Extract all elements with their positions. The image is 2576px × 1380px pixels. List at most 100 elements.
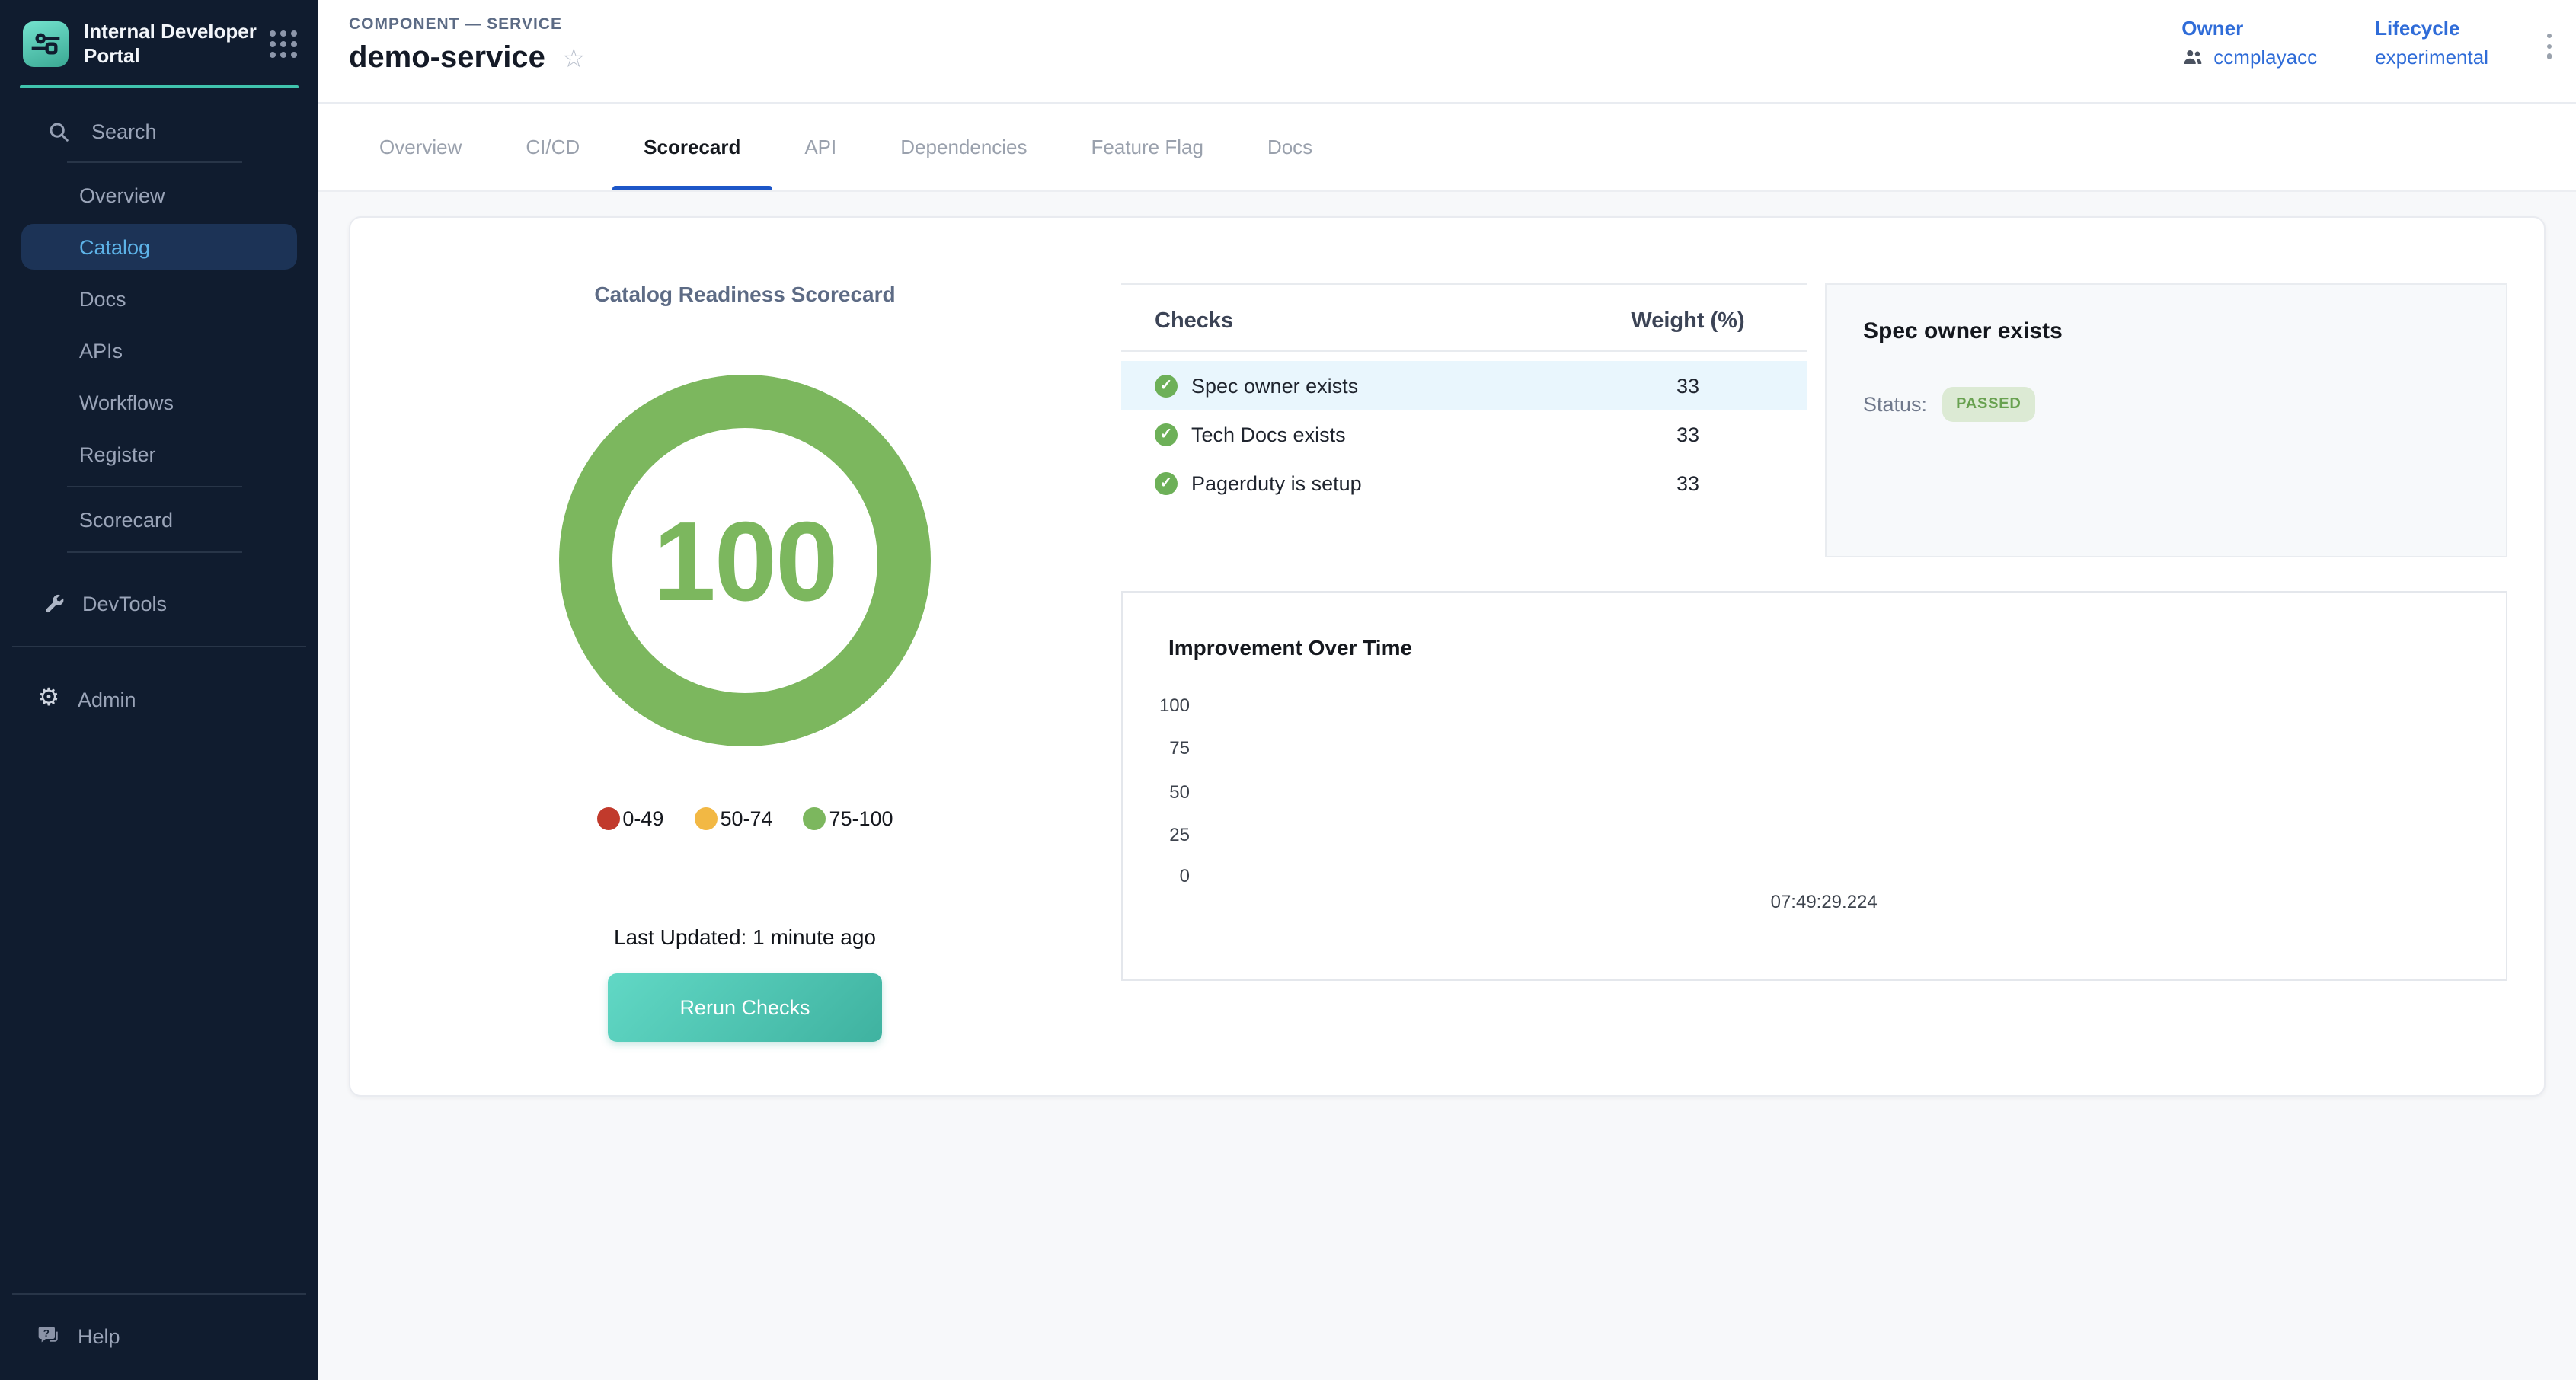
column-header-checks: Checks (1155, 309, 1233, 334)
sidebar-item-devtools[interactable]: DevTools (0, 577, 318, 629)
check-passed-icon: ✓ (1155, 471, 1178, 494)
y-axis-tick: 25 (1144, 824, 1190, 845)
sidebar-item-admin[interactable]: ⚙ Admin (0, 673, 318, 725)
active-tab-underline (612, 186, 772, 190)
wrench-icon (40, 592, 67, 615)
owner-label[interactable]: Owner (2181, 17, 2317, 40)
content-area: Catalog Readiness Scorecard 100 0-49 50-… (318, 192, 2576, 1380)
sidebar-item-search[interactable]: Search (0, 107, 318, 155)
owner-block: Owner ccmplayacc (2181, 17, 2317, 69)
main-area: COMPONENT — SERVICE demo-service ☆ Owner (318, 0, 2576, 1380)
legend-dot-green (804, 807, 826, 830)
check-passed-icon: ✓ (1155, 423, 1178, 446)
page-title: demo-service (349, 41, 545, 76)
sidebar-item-label: DevTools (82, 592, 167, 615)
sidebar-bottom: ? Help (0, 1276, 318, 1380)
sidebar-item-label: Scorecard (79, 508, 173, 531)
sidebar-divider (67, 551, 242, 553)
table-divider (1121, 350, 1807, 352)
sidebar: Internal Developer Portal Search Overvie… (0, 0, 318, 1380)
sidebar-logo-row: Internal Developer Portal (0, 0, 318, 67)
score-column: Catalog Readiness Scorecard 100 0-49 50-… (387, 218, 1103, 1095)
checks-table: Checks Weight (%) ✓ Spec owner exists (1121, 283, 1807, 557)
column-header-weight: Weight (%) (1581, 309, 1795, 334)
checks-table-header: Checks Weight (%) (1121, 285, 1807, 350)
sidebar-divider (67, 161, 242, 163)
more-options-icon[interactable] (2546, 17, 2552, 62)
sidebar-item-register[interactable]: Register (0, 428, 318, 480)
sidebar-item-catalog[interactable]: Catalog (21, 224, 297, 270)
x-axis-tick: 07:49:29.224 (1771, 891, 1878, 912)
last-updated-text: Last Updated: 1 minute ago (614, 925, 876, 949)
tab-api[interactable]: API (772, 104, 868, 190)
scorecard-title: Catalog Readiness Scorecard (594, 282, 895, 306)
apps-grid-icon[interactable] (270, 30, 297, 57)
status-badge: PASSED (1942, 387, 2035, 422)
y-axis-tick: 100 (1144, 695, 1190, 716)
entity-meta: Owner ccmplayacc (2181, 17, 2552, 69)
sidebar-item-overview[interactable]: Overview (0, 169, 318, 221)
entity-header: COMPONENT — SERVICE demo-service ☆ Owner (318, 0, 2576, 104)
chart-title: Improvement Over Time (1168, 635, 1412, 660)
sidebar-item-label: Admin (78, 688, 136, 711)
legend-item-low: 0-49 (596, 807, 663, 830)
flow-glyph-icon (30, 28, 61, 59)
app-title: Internal Developer Portal (84, 20, 270, 67)
improvement-chart: Improvement Over Time 100 75 50 25 0 07:… (1121, 591, 2507, 981)
tab-scorecard[interactable]: Scorecard (612, 104, 772, 190)
app-logo-icon[interactable] (23, 21, 69, 66)
tab-docs[interactable]: Docs (1235, 104, 1344, 190)
table-row-tech-docs[interactable]: ✓ Tech Docs exists 33 (1121, 410, 1807, 458)
y-axis-tick: 50 (1144, 781, 1190, 803)
sidebar-item-apis[interactable]: APIs (0, 324, 318, 376)
lifecycle-value: experimental (2375, 46, 2488, 69)
legend-dot-amber (694, 807, 717, 830)
sidebar-item-label: Overview (79, 184, 165, 206)
score-value: 100 (654, 496, 837, 625)
gear-icon: ⚙ (35, 687, 62, 711)
sidebar-item-label: Help (78, 1324, 120, 1347)
checks-column: Checks Weight (%) ✓ Spec owner exists (1121, 218, 2507, 1095)
owner-value: ccmplayacc (2213, 46, 2317, 69)
favorite-star-icon[interactable]: ☆ (562, 46, 586, 72)
people-icon (2181, 46, 2204, 69)
legend-dot-red (596, 807, 619, 830)
y-axis-tick: 75 (1144, 737, 1190, 759)
sidebar-item-scorecard[interactable]: Scorecard (0, 494, 318, 545)
score-legend: 0-49 50-74 75-100 (581, 807, 908, 830)
tab-dependencies[interactable]: Dependencies (868, 104, 1059, 190)
sidebar-accent-divider (20, 85, 299, 88)
tab-feature-flag[interactable]: Feature Flag (1059, 104, 1235, 190)
legend-item-high: 75-100 (804, 807, 893, 830)
svg-text:?: ? (43, 1327, 50, 1339)
lifecycle-label[interactable]: Lifecycle (2375, 17, 2488, 40)
tab-cicd[interactable]: CI/CD (494, 104, 612, 190)
sidebar-divider (12, 1293, 306, 1295)
sidebar-item-docs[interactable]: Docs (0, 273, 318, 324)
entity-tabs: Overview CI/CD Scorecard API Dependencie… (318, 104, 2576, 192)
check-detail-title: Spec owner exists (1863, 318, 2469, 344)
table-row-pagerduty[interactable]: ✓ Pagerduty is setup 33 (1121, 458, 1807, 507)
check-passed-icon: ✓ (1155, 374, 1178, 397)
sidebar-item-label: Workflows (79, 391, 174, 414)
sidebar-item-label: Search (91, 120, 157, 142)
sidebar-divider (67, 486, 242, 487)
rerun-checks-button[interactable]: Rerun Checks (608, 973, 882, 1042)
sidebar-item-label: Register (79, 442, 156, 465)
lifecycle-block: Lifecycle experimental (2375, 17, 2488, 69)
sidebar-item-workflows[interactable]: Workflows (0, 376, 318, 428)
status-label: Status: (1863, 393, 1927, 416)
help-chat-icon: ? (35, 1324, 62, 1348)
y-axis-tick: 0 (1144, 865, 1190, 886)
table-row-spec-owner[interactable]: ✓ Spec owner exists 33 (1121, 361, 1807, 410)
score-gauge: 100 (559, 375, 931, 746)
scorecard-card: Catalog Readiness Scorecard 100 0-49 50-… (349, 216, 2546, 1097)
sidebar-item-label: APIs (79, 339, 123, 362)
search-icon (44, 120, 72, 142)
tab-overview[interactable]: Overview (347, 104, 494, 190)
sidebar-item-help[interactable]: ? Help (0, 1310, 318, 1362)
check-detail-panel: Spec owner exists Status: PASSED (1825, 283, 2507, 557)
owner-link[interactable]: ccmplayacc (2181, 46, 2317, 69)
sidebar-item-label: Docs (79, 287, 126, 310)
sidebar-divider (12, 646, 306, 647)
